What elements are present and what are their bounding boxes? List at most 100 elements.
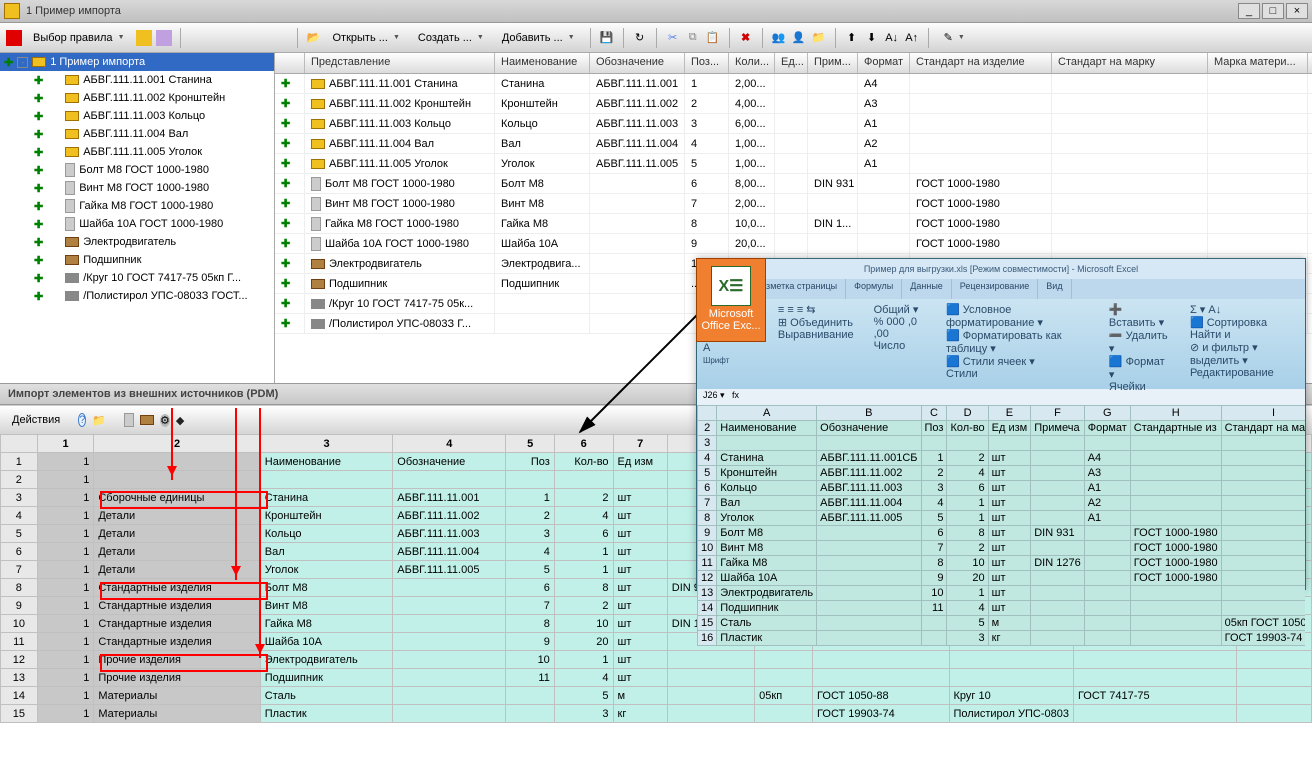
delete-icon[interactable]: ✖ xyxy=(738,30,754,46)
grid-header-cell[interactable] xyxy=(275,53,305,73)
grid-header-cell[interactable]: Стандарт на изделие xyxy=(910,53,1052,73)
grid-row[interactable]: ✚АБВГ.111.11.003 КольцоКольцоАБВГ.111.11… xyxy=(275,114,1312,134)
tree-item[interactable]: ✚ АБВГ.111.11.002 Кронштейн xyxy=(0,89,274,107)
maximize-button[interactable]: □ xyxy=(1262,3,1284,19)
tree-item[interactable]: ✚/Круг 10 ГОСТ 7417-75 05кп Г... xyxy=(0,269,274,287)
add-icon: ✚ xyxy=(34,128,43,141)
tree-item[interactable]: ✚Болт М8 ГОСТ 1000-1980 xyxy=(0,161,274,179)
grid-header-cell[interactable]: Коли... xyxy=(729,53,775,73)
tree-item-label: Шайба 10А ГОСТ 1000-1980 xyxy=(79,218,223,230)
excel-tab[interactable]: Вид xyxy=(1038,279,1071,299)
folder-icon xyxy=(32,57,46,67)
grid-row[interactable]: ✚АБВГ.111.11.004 ВалВалАБВГ.111.11.00441… xyxy=(275,134,1312,154)
tree-item-label: Болт М8 ГОСТ 1000-1980 xyxy=(79,164,209,176)
tree-item[interactable]: ✚АБВГ.111.11.003 Кольцо xyxy=(0,107,274,125)
sort-asc-icon[interactable]: A↓ xyxy=(884,30,900,46)
refresh-icon[interactable]: ↻ xyxy=(632,30,648,46)
gray-icon xyxy=(65,181,75,195)
tree-item[interactable]: ✚Электродвигатель xyxy=(0,233,274,251)
grid-header-cell[interactable]: Ед... xyxy=(775,53,808,73)
tree-item[interactable]: ✚ АБВГ.111.11.004 Вал xyxy=(0,125,274,143)
gray-part-icon[interactable] xyxy=(124,413,134,427)
tree-item[interactable]: ✚/Полистирол УПС-0803З ГОСТ... xyxy=(0,287,274,305)
folder2-icon[interactable]: 📁 xyxy=(92,414,106,427)
tree-item-label: Электродвигатель xyxy=(83,236,176,248)
excel-grid[interactable]: ABCDEFGHIJ2НаименованиеОбозначениеПозКол… xyxy=(697,405,1305,646)
excel-tab[interactable]: Формулы xyxy=(846,279,902,299)
swap-icon[interactable] xyxy=(156,30,172,46)
grid-header-cell[interactable]: Прим... xyxy=(808,53,858,73)
brown-part-icon[interactable] xyxy=(140,415,154,425)
add-icon: ✚ xyxy=(34,92,43,105)
gear-icon[interactable]: ⚙ xyxy=(160,414,170,427)
add-icon: ✚ xyxy=(34,182,43,195)
grid-row[interactable]: ✚Болт М8 ГОСТ 1000-1980Болт М868,00...DI… xyxy=(275,174,1312,194)
folder-icon xyxy=(65,93,79,103)
tree-item[interactable]: ✚Шайба 10А ГОСТ 1000-1980 xyxy=(0,215,274,233)
help-icon[interactable]: ? xyxy=(78,413,86,427)
arrow-up-icon[interactable]: ⬆ xyxy=(844,30,860,46)
add-icon: ✚ xyxy=(34,74,43,87)
close-button[interactable]: × xyxy=(1286,3,1308,19)
folder-icon xyxy=(65,129,79,139)
tree-item[interactable]: ✚Винт М8 ГОСТ 1000-1980 xyxy=(0,179,274,197)
save-icon[interactable]: 💾 xyxy=(599,30,615,46)
users-icon[interactable]: 👥 xyxy=(771,30,787,46)
grid-row[interactable]: ✚Шайба 10А ГОСТ 1000-1980Шайба 10А920,0.… xyxy=(275,234,1312,254)
folder-icon xyxy=(65,147,79,157)
grid-header-cell[interactable]: Поз... xyxy=(685,53,729,73)
gray-icon xyxy=(65,163,75,177)
expand-icon[interactable]: ✚ xyxy=(4,56,13,69)
tree-item-label: АБВГ.111.11.004 Вал xyxy=(83,128,188,140)
tree-item-label: АБВГ.111.11.003 Кольцо xyxy=(83,110,205,122)
cube-icon xyxy=(6,30,22,46)
hierarchy-icon[interactable] xyxy=(136,30,152,46)
tree-item[interactable]: ✚ Подшипник xyxy=(0,251,274,269)
folder-yellow-icon[interactable]: 📁 xyxy=(811,30,827,46)
tree-item-label: АБВГ.111.11.002 Кронштейн xyxy=(83,92,225,104)
tree-item-label: /Круг 10 ГОСТ 7417-75 05кп Г... xyxy=(83,272,241,284)
grid-row[interactable]: ✚АБВГ.111.11.005 УголокУголокАБВГ.111.11… xyxy=(275,154,1312,174)
collapse-icon[interactable]: - xyxy=(17,57,28,68)
grid-header-cell[interactable]: Наименование xyxy=(495,53,590,73)
folder-icon xyxy=(65,111,79,121)
sort-desc-icon[interactable]: A↑ xyxy=(904,30,920,46)
user-icon[interactable]: 👤 xyxy=(791,30,807,46)
grid-row[interactable]: ✚АБВГ.111.11.001 СтанинаСтанинаАБВГ.111.… xyxy=(275,74,1312,94)
tree-item[interactable]: ✚АБВГ.111.11.005 Уголок xyxy=(0,143,274,161)
open-button[interactable]: Открыть ... xyxy=(326,29,407,47)
excel-tab[interactable]: Рецензирование xyxy=(952,279,1039,299)
black-tag-icon[interactable]: ◆ xyxy=(176,414,184,427)
gray-icon xyxy=(65,217,75,231)
grid-header-cell[interactable]: Формат xyxy=(858,53,910,73)
grid-header-cell[interactable]: Марка матери... xyxy=(1208,53,1308,73)
open-icon: 📂 xyxy=(306,30,322,46)
add-icon: ✚ xyxy=(34,200,43,213)
cut-icon[interactable]: ✂ xyxy=(665,30,681,46)
tree-root[interactable]: ✚ - 1 Пример импорта xyxy=(0,53,274,71)
add-button[interactable]: Добавить ... xyxy=(495,29,582,47)
grid-row[interactable]: ✚Винт М8 ГОСТ 1000-1980Винт М872,00...ГО… xyxy=(275,194,1312,214)
rule-select-dropdown[interactable]: Выбор правила xyxy=(26,29,132,47)
edit-dropdown[interactable]: ✎ xyxy=(937,28,972,47)
tree-item-label: Подшипник xyxy=(83,254,141,266)
grid-header-cell[interactable]: Представление xyxy=(305,53,495,73)
excel-tab[interactable]: Данные xyxy=(902,279,952,299)
tree-item[interactable]: ✚Гайка М8 ГОСТ 1000-1980 xyxy=(0,197,274,215)
minimize-button[interactable]: _ xyxy=(1238,3,1260,19)
grid-row[interactable]: ✚АБВГ.111.11.002 КронштейнКронштейнАБВГ.… xyxy=(275,94,1312,114)
actions-dropdown[interactable]: Действия xyxy=(6,412,66,428)
grid-header-cell[interactable]: Обозначение xyxy=(590,53,685,73)
arrow-down-icon[interactable]: ⬇ xyxy=(864,30,880,46)
excel-ribbon-tabs[interactable]: ВставкаРазметка страницыФормулыДанныеРец… xyxy=(697,279,1305,299)
paste-icon[interactable]: 📋 xyxy=(705,30,721,46)
flag-icon xyxy=(65,273,79,283)
grid-row[interactable]: ✚Гайка М8 ГОСТ 1000-1980Гайка М8810,0...… xyxy=(275,214,1312,234)
add-icon: ✚ xyxy=(34,254,43,267)
create-button[interactable]: Создать ... xyxy=(411,29,491,47)
copy-icon[interactable]: ⧉ xyxy=(685,30,701,46)
grid-header-cell[interactable]: Стандарт на марку xyxy=(1052,53,1208,73)
tree-item[interactable]: ✚АБВГ.111.11.001 Станина xyxy=(0,71,274,89)
excel-file-icon: X☰ Microsoft Office Exc... xyxy=(696,258,766,342)
flag-icon xyxy=(65,291,79,301)
